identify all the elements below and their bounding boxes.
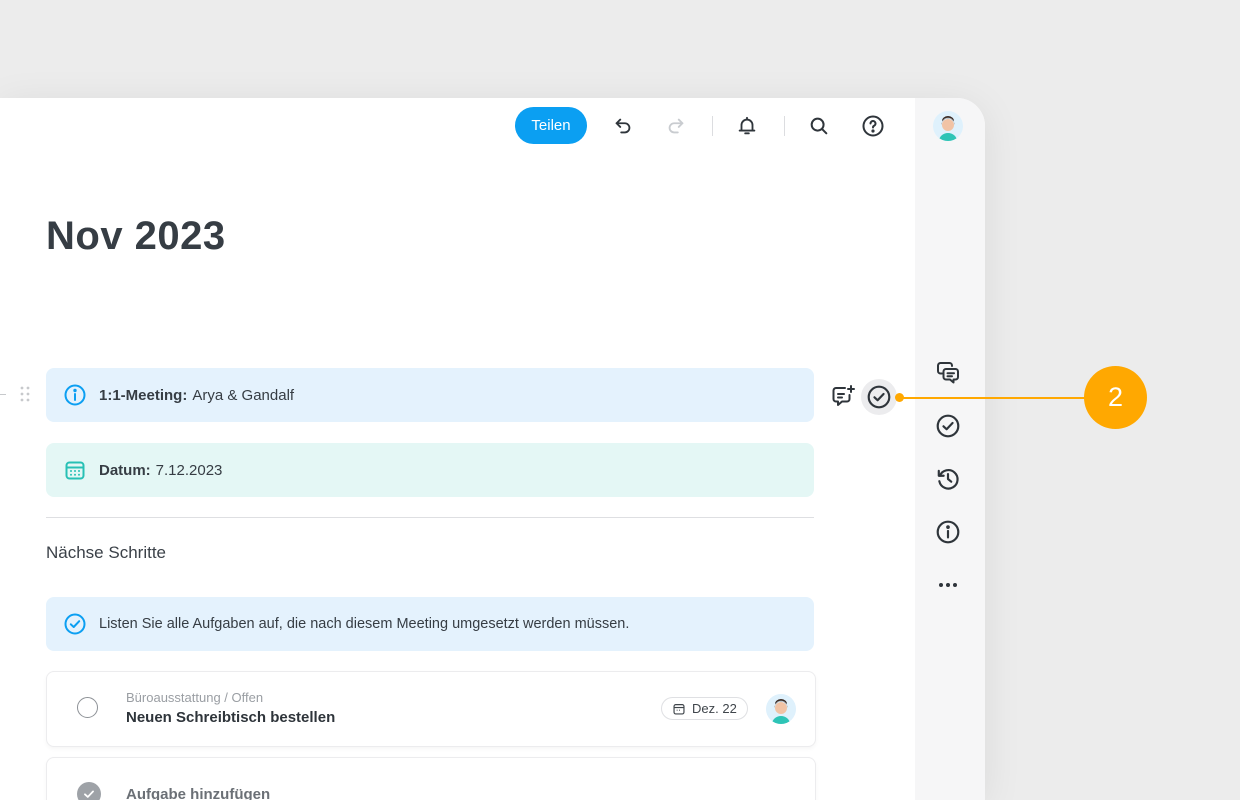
annotation-badge: 2 (1084, 366, 1147, 429)
annotation-leader-line (901, 397, 1085, 399)
sidebar-info-button[interactable] (935, 519, 961, 545)
sidebar-history-button[interactable] (935, 466, 961, 492)
search-button[interactable] (803, 110, 835, 142)
hint-text: Listen Sie alle Aufgaben auf, die nach d… (99, 616, 630, 632)
help-icon (862, 115, 884, 137)
date-label: Datum: (99, 461, 151, 479)
task-name[interactable]: Neuen Schreibtisch bestellen (126, 709, 335, 726)
check-icon (84, 790, 94, 798)
add-task-check[interactable] (77, 782, 101, 800)
check-circle-icon (867, 385, 891, 409)
toolbar-divider (712, 116, 713, 136)
meeting-label: 1:1-Meeting: (99, 386, 188, 404)
notifications-button[interactable] (731, 110, 763, 142)
drag-handle-icon (20, 386, 30, 402)
search-icon (810, 117, 828, 135)
date-value: 7.12.2023 (155, 461, 223, 479)
task-path: Büroausstattung / Offen (126, 690, 264, 705)
page-title: Nov 2023 (46, 214, 226, 258)
sidebar-tasks-button[interactable] (935, 413, 961, 439)
right-sidebar (915, 98, 985, 800)
user-avatar[interactable] (933, 111, 963, 141)
due-date-label: Dez. 22 (692, 701, 737, 716)
info-icon (63, 383, 87, 407)
task-complete-radio[interactable] (77, 697, 98, 718)
help-button[interactable] (857, 110, 889, 142)
meeting-value: Arya & Gandalf (192, 386, 295, 404)
avatar-icon (933, 111, 963, 141)
share-button[interactable]: Teilen (515, 107, 587, 144)
hint-callout[interactable]: Listen Sie alle Aufgaben auf, die nach d… (46, 597, 814, 651)
toolbar-divider (784, 116, 785, 136)
avatar-icon (766, 694, 796, 724)
history-icon (937, 469, 959, 490)
task-assignee-avatar[interactable] (766, 694, 796, 724)
calendar-icon (673, 703, 685, 715)
drag-handle[interactable] (19, 385, 31, 408)
date-callout[interactable]: Datum: 7.12.2023 (46, 443, 814, 497)
redo-button[interactable] (660, 110, 692, 142)
edge-line (0, 394, 6, 395)
section-divider (46, 517, 814, 518)
task-card[interactable]: Büroausstattung / Offen Neuen Schreibtis… (46, 671, 816, 747)
due-date-chip[interactable]: Dez. 22 (661, 697, 748, 720)
add-comment-button[interactable] (829, 382, 857, 410)
section-title: Nächse Schritte (46, 543, 166, 562)
add-comment-icon (832, 385, 855, 406)
mark-done-button[interactable] (861, 379, 897, 415)
sidebar-comments-button[interactable] (935, 360, 961, 386)
calendar-icon (63, 458, 87, 482)
redo-icon (668, 118, 684, 134)
undo-icon (615, 118, 631, 134)
bell-icon (738, 116, 756, 135)
undo-button[interactable] (607, 110, 639, 142)
more-icon (939, 583, 957, 587)
tasks-icon (936, 414, 960, 438)
annotation-leader-dot (895, 393, 904, 402)
add-task-label[interactable]: Aufgabe hinzufügen (126, 786, 270, 800)
comments-icon (937, 362, 959, 384)
app-window: Teilen Nov 2023 1:1-Meeting: Arya & Gand… (0, 98, 985, 800)
info-icon (936, 520, 960, 544)
check-circle-icon (63, 612, 87, 636)
sidebar-more-button[interactable] (935, 572, 961, 598)
meeting-callout[interactable]: 1:1-Meeting: Arya & Gandalf (46, 368, 814, 422)
add-task-card[interactable]: Aufgabe hinzufügen (46, 757, 816, 800)
